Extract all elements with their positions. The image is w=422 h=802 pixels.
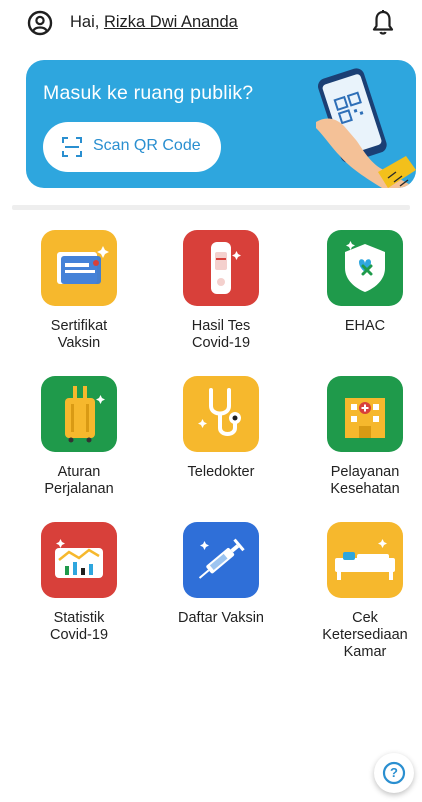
menu-item-label: Daftar Vaksin — [178, 610, 264, 626]
help-glyph: ? — [390, 765, 398, 780]
stethoscope-icon — [183, 376, 259, 452]
menu-item-label: Sertifikat Vaksin — [50, 318, 108, 351]
menu-item-pelayanan-kesehatan[interactable]: Pelayanan Kesehatan — [300, 376, 422, 498]
scan-qr-label: Scan QR Code — [93, 137, 201, 154]
syringe-icon — [183, 522, 259, 598]
scan-qr-button[interactable]: Scan QR Code — [43, 122, 221, 172]
section-divider — [12, 205, 410, 210]
hospital-icon — [327, 376, 403, 452]
menu-item-sertifikat-vaksin[interactable]: Sertifikat Vaksin — [14, 230, 144, 352]
greeting-text: Hai, Rizka Dwi Ananda — [70, 13, 238, 32]
qr-scan-icon — [62, 137, 82, 157]
menu-item-daftar-vaksin[interactable]: Daftar Vaksin — [156, 522, 286, 627]
menu-item-statistik[interactable]: Statistik Covid-19 — [14, 522, 144, 644]
menu-item-label: EHAC — [344, 318, 386, 334]
shield-icon — [327, 230, 403, 306]
menu-item-label: Teledokter — [187, 464, 255, 480]
help-button[interactable]: ? — [374, 753, 414, 793]
menu-item-hasil-tes[interactable]: Hasil Tes Covid-19 — [156, 230, 286, 352]
greeting-prefix: Hai, — [70, 13, 104, 31]
bed-icon — [327, 522, 403, 598]
menu-item-ehac[interactable]: EHAC — [300, 230, 422, 335]
chart-icon — [41, 522, 117, 598]
menu-item-label: Cek Ketersediaan Kamar — [322, 610, 408, 660]
bell-icon[interactable] — [370, 9, 396, 37]
phone-qr-illustration — [316, 68, 416, 188]
menu-item-aturan-perjalanan[interactable]: Aturan Perjalanan — [14, 376, 144, 498]
menu-item-label: Aturan Perjalanan — [44, 464, 114, 497]
menu-item-label: Statistik Covid-19 — [49, 610, 109, 643]
menu-item-cek-kamar[interactable]: Cek Ketersediaan Kamar — [300, 522, 422, 661]
banner-title: Masuk ke ruang publik? — [43, 82, 254, 104]
menu-item-label: Pelayanan Kesehatan — [330, 464, 400, 497]
menu-item-teledokter[interactable]: Teledokter — [156, 376, 286, 481]
account-circle-icon[interactable] — [27, 10, 53, 36]
public-space-banner: Masuk ke ruang publik? Scan QR Code — [26, 60, 416, 188]
user-name-link[interactable]: Rizka Dwi Ananda — [104, 13, 238, 31]
app-header: Hai, Rizka Dwi Ananda — [0, 0, 422, 50]
test-kit-icon — [183, 230, 259, 306]
suitcase-icon — [41, 376, 117, 452]
certificate-icon — [41, 230, 117, 306]
menu-item-label: Hasil Tes Covid-19 — [191, 318, 251, 351]
